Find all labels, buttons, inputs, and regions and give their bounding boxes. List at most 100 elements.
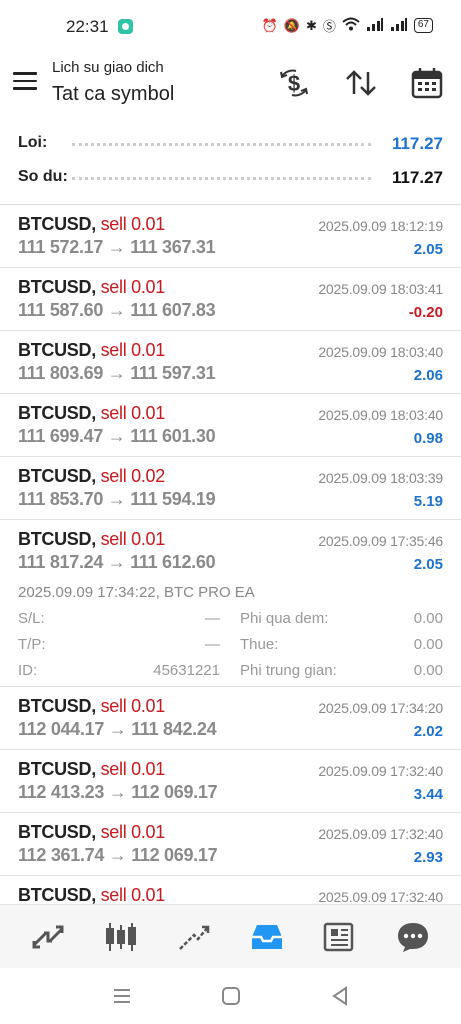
trade-profit: 2.05 — [413, 556, 443, 573]
history-icon[interactable] — [245, 915, 289, 959]
dotted-leader — [72, 177, 371, 180]
trade-prices: 111 853.70 → 111 594.19 — [18, 489, 216, 509]
trade-side: sell 0.01 — [100, 759, 166, 779]
trade-row[interactable]: BTCUSD, sell 0.01 2025.09.09 17:32:40 112 … — [0, 750, 461, 813]
trade-prices: 112 044.17 → 111 842.24 — [18, 719, 217, 739]
trade-list: BTCUSD, sell 0.01 2025.09.09 18:12:19 111 … — [0, 205, 461, 939]
dotted-leader — [72, 143, 371, 146]
swap-value: 0.00 — [413, 610, 443, 627]
trade-profit: 2.93 — [413, 849, 443, 866]
trade-row[interactable]: BTCUSD, sell 0.01 2025.09.09 18:03:40 111 … — [0, 394, 461, 457]
trade-time: 2025.09.09 18:12:19 — [318, 218, 443, 234]
trade-side: sell 0.01 — [100, 822, 166, 842]
sl-value: — — [205, 610, 220, 627]
trade-time: 2025.09.09 18:03:40 — [318, 344, 443, 360]
bottom-nav — [0, 904, 461, 968]
trade-symbol-name: BTCUSD, — [18, 277, 96, 297]
trade-symbol-name: BTCUSD, — [18, 696, 96, 716]
trade-symbol: BTCUSD, sell 0.01 — [18, 529, 165, 550]
trade-symbol-name: BTCUSD, — [18, 340, 96, 360]
signal-icon — [366, 17, 384, 34]
back-icon[interactable] — [328, 984, 352, 1008]
trade-profit: -0.20 — [408, 304, 443, 321]
trade-side: sell 0.01 — [100, 340, 166, 360]
trade-side: sell 0.01 — [100, 529, 166, 549]
profit-row: Loi: 117.27 — [0, 128, 461, 162]
quotes-icon[interactable] — [26, 915, 70, 959]
trade-symbol: BTCUSD, sell 0.01 — [18, 277, 165, 298]
status-icons: ⏰ 🔕 ✱ Ⓢ 67 — [262, 16, 433, 35]
menu-icon[interactable] — [13, 72, 37, 92]
trade-prices: 112 361.74 → 112 069.17 — [18, 845, 218, 865]
trade-profit: 3.44 — [413, 786, 443, 803]
trade-symbol-name: BTCUSD, — [18, 885, 96, 905]
trade-time: 2025.09.09 17:32:40 — [318, 826, 443, 842]
tax-label: Thue: — [240, 636, 279, 653]
trade-prices: 111 572.17 → 111 367.31 — [18, 237, 216, 257]
trade-row[interactable]: BTCUSD, sell 0.01 2025.09.09 18:12:19 111 … — [0, 205, 461, 268]
news-icon[interactable] — [318, 915, 362, 959]
chart-icon[interactable] — [99, 915, 143, 959]
status-bar: 22:31 ⏰ 🔕 ✱ Ⓢ 67 — [0, 0, 461, 52]
trade-prices: 111 817.24 → 111 612.60 — [18, 552, 216, 572]
header-title[interactable]: Tat ca symbol — [52, 83, 174, 106]
id-value: 45631221 — [153, 662, 220, 679]
header-subtitle: Lich su giao dich — [52, 59, 164, 76]
profit-label: Loi: — [18, 134, 48, 151]
trade-row[interactable]: BTCUSD, sell 0.01 2025.09.09 17:32:40 112 … — [0, 813, 461, 876]
trade-symbol: BTCUSD, sell 0.01 — [18, 696, 165, 717]
trade-row[interactable]: BTCUSD, sell 0.01 2025.09.09 17:35:46 111 … — [0, 520, 461, 687]
system-nav-bar — [0, 968, 461, 1024]
trade-row[interactable]: BTCUSD, sell 0.01 2025.09.09 18:03:40 111 … — [0, 331, 461, 394]
calendar-icon[interactable] — [409, 66, 445, 100]
tp-label: T/P: — [18, 636, 46, 653]
wifi-icon — [342, 17, 360, 34]
trade-symbol: BTCUSD, sell 0.01 — [18, 340, 165, 361]
currency-exchange-icon[interactable]: $ — [276, 66, 312, 100]
balance-row: So du: 117.27 — [0, 162, 461, 196]
tax-value: 0.00 — [413, 636, 443, 653]
bluetooth-icon: ✱ — [305, 17, 317, 33]
recent-apps-icon[interactable] — [110, 984, 134, 1008]
battery-icon: 67 — [413, 18, 433, 33]
trade-row[interactable]: BTCUSD, sell 0.01 2025.09.09 18:03:41 111 … — [0, 268, 461, 331]
alarm-icon: ⏰ — [261, 17, 278, 33]
trade-time: 2025.09.09 17:34:20 — [318, 700, 443, 716]
summary: Loi: 117.27 So du: 117.27 — [0, 128, 461, 196]
svg-text:$: $ — [288, 71, 300, 96]
trade-profit: 2.05 — [413, 241, 443, 258]
id-label: ID: — [18, 662, 38, 679]
trade-symbol: BTCUSD, sell 0.01 — [18, 885, 165, 906]
trade-row[interactable]: BTCUSD, sell 0.01 2025.09.09 17:34:20 112 … — [0, 687, 461, 750]
trade-prices: 111 803.69 → 111 597.31 — [18, 363, 216, 383]
home-icon[interactable] — [219, 984, 243, 1008]
trade-profit: 0.98 — [413, 430, 443, 447]
trade-time: 2025.09.09 18:03:39 — [318, 470, 443, 486]
trade-icon[interactable] — [172, 915, 216, 959]
trade-row[interactable]: BTCUSD, sell 0.02 2025.09.09 18:03:39 111 … — [0, 457, 461, 520]
profit-value: 117.27 — [391, 134, 443, 153]
mute-icon: 🔕 — [283, 17, 300, 33]
commission-label: Phi trung gian: — [240, 662, 337, 679]
trade-profit: 2.06 — [413, 367, 443, 384]
trade-side: sell 0.02 — [100, 466, 166, 486]
trade-time: 2025.09.09 17:35:46 — [318, 533, 443, 549]
trade-prices: 111 699.47 → 111 601.30 — [18, 426, 216, 446]
trade-symbol: BTCUSD, sell 0.01 — [18, 403, 165, 424]
trade-symbol-name: BTCUSD, — [18, 403, 96, 423]
trade-symbol: BTCUSD, sell 0.01 — [18, 214, 165, 235]
status-time: 22:31 — [66, 17, 109, 36]
balance-value: 117.27 — [391, 168, 443, 187]
trade-side: sell 0.01 — [100, 885, 166, 905]
trade-time: 2025.09.09 17:32:40 — [318, 763, 443, 779]
trade-symbol-name: BTCUSD, — [18, 214, 96, 234]
trade-symbol: BTCUSD, sell 0.02 — [18, 466, 165, 487]
sort-icon[interactable] — [343, 66, 379, 100]
trade-side: sell 0.01 — [100, 277, 166, 297]
trade-symbol-name: BTCUSD, — [18, 466, 96, 486]
trade-time: 2025.09.09 18:03:40 — [318, 407, 443, 423]
trade-symbol: BTCUSD, sell 0.01 — [18, 822, 165, 843]
trade-prices: 111 587.60 → 111 607.83 — [18, 300, 216, 320]
messages-icon[interactable] — [391, 915, 435, 959]
trade-time: 2025.09.09 18:03:41 — [318, 281, 443, 297]
